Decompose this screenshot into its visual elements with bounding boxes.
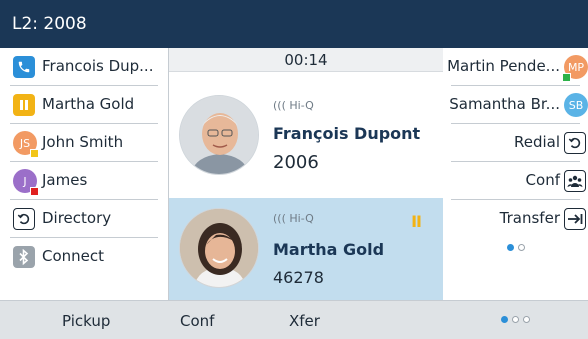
softkey-pickup[interactable]: Pickup (62, 312, 110, 330)
bluetooth-icon (13, 246, 35, 268)
left-key-connect[interactable]: Connect (0, 238, 168, 276)
right-key-label: Samantha Br... (449, 95, 560, 113)
softkey-pagination[interactable] (443, 316, 588, 323)
caller-name: Martha Gold (273, 240, 385, 259)
softkey-bar: Pickup Conf Xfer (0, 300, 588, 339)
right-key-conf[interactable]: Conf (443, 162, 588, 200)
call-item-held[interactable]: ((( Hi-Q II Martha Gold 46278 (169, 198, 443, 300)
avatar: SB (564, 93, 588, 117)
left-key-label: Martha Gold (42, 95, 135, 113)
presence-indicator (30, 149, 39, 158)
right-key-redial[interactable]: Redial (443, 124, 588, 162)
presence-indicator (30, 187, 39, 196)
caller-number: 2006 (273, 152, 319, 173)
phone-icon (13, 56, 35, 78)
right-key-label: Redial (513, 133, 560, 151)
status-bar: L2: 2008 (0, 0, 588, 48)
call-item-active[interactable]: ((( Hi-Q François Dupont 2006 (169, 72, 443, 198)
right-key-martin-pendergast[interactable]: Martin Pende... MP (443, 48, 588, 86)
right-keys-panel: Martin Pende... MP Samantha Br... SB Red… (443, 48, 588, 300)
call-area: 00:14 ((( Hi-Q François Dupont 2006 (((… (168, 48, 443, 300)
hold-icon: II (411, 212, 422, 231)
page-dot[interactable] (512, 316, 519, 323)
left-key-james[interactable]: J James (0, 162, 168, 200)
page-dot[interactable] (523, 316, 530, 323)
caller-photo (179, 95, 259, 175)
left-key-martha-gold[interactable]: Martha Gold (0, 86, 168, 124)
audio-wave-icon: ((( (273, 212, 290, 225)
hiq-label: Hi-Q (289, 212, 314, 225)
caller-name: François Dupont (273, 124, 421, 143)
line-label: L2: 2008 (12, 14, 87, 34)
caller-photo (179, 208, 259, 288)
audio-wave-icon: ((( (273, 99, 290, 112)
page-dot[interactable] (517, 244, 525, 251)
hiq-badge: ((( Hi-Q (273, 212, 314, 225)
left-key-label: Directory (42, 209, 112, 227)
caller-number: 46278 (273, 268, 324, 287)
page-dot-active[interactable] (501, 316, 508, 323)
page-dot-active[interactable] (506, 244, 514, 251)
left-key-label: John Smith (42, 133, 124, 151)
directory-icon (13, 208, 35, 230)
conference-icon (564, 170, 586, 192)
left-keys-panel: Francois Dup... Martha Gold JS John Smit… (0, 48, 168, 300)
right-key-label: Conf (525, 171, 560, 189)
softkey-xfer[interactable]: Xfer (289, 312, 320, 330)
right-keys-pagination[interactable] (443, 244, 588, 251)
left-key-label: James (42, 171, 88, 189)
left-key-label: Connect (42, 247, 105, 265)
transfer-icon (564, 208, 586, 230)
left-key-john-smith[interactable]: JS John Smith (0, 124, 168, 162)
call-timer: 00:14 (169, 48, 443, 72)
presence-indicator (562, 73, 571, 82)
softkey-conf[interactable]: Conf (180, 312, 214, 330)
right-key-samantha[interactable]: Samantha Br... SB (443, 86, 588, 124)
left-key-directory[interactable]: Directory (0, 200, 168, 238)
hold-icon (13, 94, 35, 116)
hiq-badge: ((( Hi-Q (273, 99, 314, 112)
right-key-label: Martin Pende... (447, 57, 560, 75)
hiq-label: Hi-Q (289, 99, 314, 112)
redial-icon (564, 132, 586, 154)
left-key-label: Francois Dup... (42, 57, 154, 75)
right-key-transfer[interactable]: Transfer (443, 200, 588, 238)
left-key-francois-dupont[interactable]: Francois Dup... (0, 48, 168, 86)
right-key-label: Transfer (499, 209, 560, 227)
